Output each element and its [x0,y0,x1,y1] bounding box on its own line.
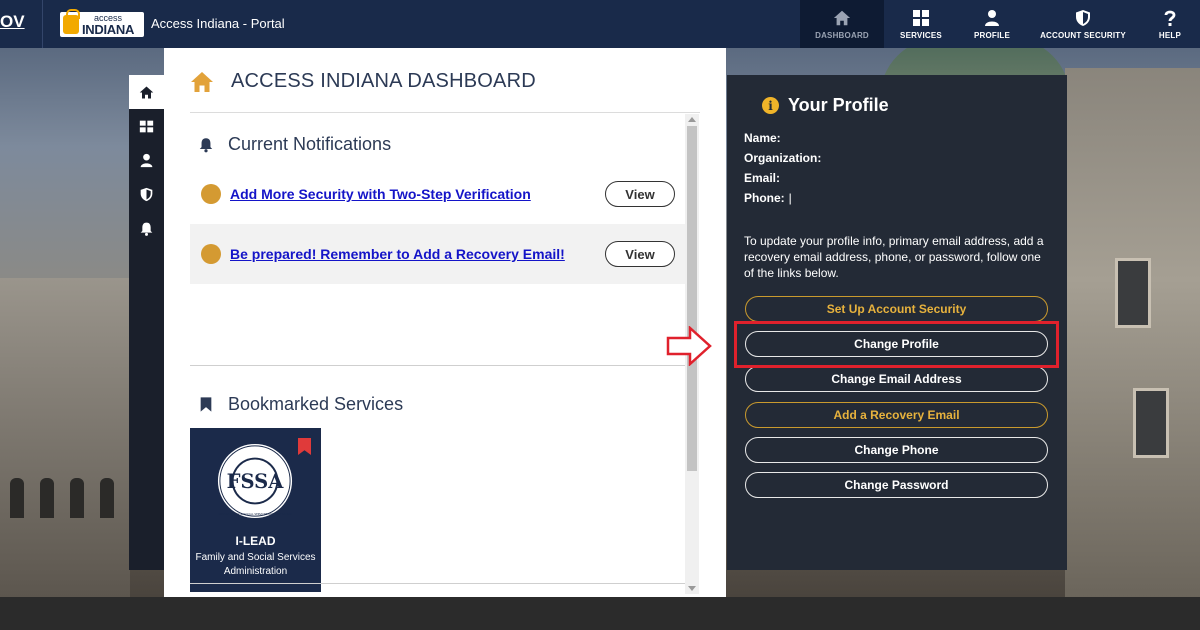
nav-help-label: HELP [1158,30,1182,40]
bookmarked-service-card[interactable]: FSSA INDIANA FAMILY & SOCIAL SERVICES AD… [190,428,321,592]
notification-link-two-step[interactable]: Add More Security with Two-Step Verifica… [230,186,605,202]
field-label: Email: [744,171,781,185]
profile-update-note: To update your profile info, primary ema… [744,234,1044,280]
profile-field-organization: Organization: [744,148,825,168]
profile-field-phone: Phone: | [744,188,825,208]
view-button-recovery-email[interactable]: View [605,241,675,267]
notification-link-recovery-email[interactable]: Be prepared! Remember to Add a Recovery … [230,246,605,262]
sidebar-home[interactable] [129,75,164,109]
building-left [0,278,130,597]
nav-account-security-label: ACCOUNT SECURITY [1040,30,1126,40]
home-icon [833,9,851,27]
sidebar-notifications[interactable] [129,211,164,245]
bell-icon [140,222,153,236]
profile-field-email: Email: [744,168,825,188]
add-recovery-email-button[interactable]: Add a Recovery Email [745,402,1048,428]
footer-bar [0,597,1200,630]
dashboard-panel: ACCESS INDIANA DASHBOARD Current Notific… [164,48,726,597]
section-divider [190,583,685,584]
notification-dot-icon [201,184,221,204]
access-indiana-logo[interactable]: access INDIANA [60,9,144,37]
bookmark-icon [200,397,212,412]
sidebar-security[interactable] [129,177,164,211]
notifications-heading-text: Current Notifications [228,134,392,154]
field-label: Phone: [744,191,785,205]
fssa-seal-icon: FSSA INDIANA FAMILY & SOCIAL SERVICES AD… [217,443,293,519]
scroll-up-icon[interactable] [688,117,696,122]
user-icon [983,9,1001,27]
dashboard-scroll-area[interactable]: Current Notifications Add More Security … [190,114,700,592]
title-divider [190,112,700,113]
building-right [1065,68,1200,597]
nav-dashboard[interactable]: DASHBOARD [800,0,884,48]
set-up-account-security-button[interactable]: Set Up Account Security [745,296,1048,322]
nav-profile[interactable]: PROFILE [958,0,1026,48]
nav-services-label: SERVICES [900,30,942,40]
shield-icon [140,187,153,201]
seal-letters: FSSA [227,470,285,493]
seal-ring-text: INDIANA FAMILY & SOCIAL SERVICES ADMINIS… [218,512,292,516]
nav-profile-label: PROFILE [973,30,1011,40]
user-icon [140,153,153,167]
view-button-two-step[interactable]: View [605,181,675,207]
nav-help[interactable]: HELP [1140,0,1200,48]
shield-icon [1074,9,1092,27]
grid-icon [139,120,154,132]
sidebar-services[interactable] [129,109,164,143]
home-icon [139,86,154,98]
nav-items: DASHBOARD SERVICES PROFILE ACCOUNT SECUR… [800,0,1200,48]
profile-heading-text: Your Profile [788,95,889,115]
change-profile-highlight [734,321,1059,368]
portal-title: Access Indiana - Portal [151,16,285,31]
change-phone-button[interactable]: Change Phone [745,437,1048,463]
bookmarks-heading: Bookmarked Services [198,394,403,415]
notification-dot-icon [201,244,221,264]
bookmarks-heading-text: Bookmarked Services [228,394,404,414]
scroll-thumb[interactable] [687,126,697,471]
profile-fields: Name: Organization: Email: Phone: | [744,128,825,208]
notifications-heading: Current Notifications [198,134,391,155]
dashboard-title-text: ACCESS INDIANA DASHBOARD [231,70,536,92]
nav-services[interactable]: SERVICES [884,0,958,48]
logo-big-text: INDIANA [82,21,135,37]
nav-dashboard-label: DASHBOARD [815,30,869,40]
pointer-arrow-icon [666,326,712,366]
section-divider [190,365,685,366]
bell-icon [199,138,213,153]
profile-field-name: Name: [744,128,825,148]
gov-link[interactable]: OV [0,12,25,32]
nav-divider [42,0,43,48]
field-label: Name: [744,131,781,145]
scroll-down-icon[interactable] [688,586,696,591]
dashboard-title: ACCESS INDIANA DASHBOARD [190,70,536,93]
top-nav: OV access INDIANA Access Indiana - Porta… [0,0,1200,48]
grid-icon [912,9,930,27]
change-email-address-button[interactable]: Change Email Address [745,366,1048,392]
field-value: | [788,191,792,205]
left-icon-sidebar [129,75,164,570]
bookmark-ribbon-icon[interactable] [298,438,311,455]
field-label: Organization: [744,151,822,165]
sidebar-profile[interactable] [129,143,164,177]
change-password-button[interactable]: Change Password [745,472,1048,498]
notification-item: Be prepared! Remember to Add a Recovery … [190,224,685,284]
info-icon: i [762,97,779,114]
service-name: I-LEAD [235,534,276,548]
notification-item: Add More Security with Two-Step Verifica… [190,164,685,224]
service-description: Family and Social Services Administratio… [195,552,316,577]
home-icon [191,71,213,92]
profile-heading: i Your Profile [753,95,889,116]
lock-icon [63,9,80,34]
question-icon [1161,9,1179,27]
nav-account-security[interactable]: ACCOUNT SECURITY [1026,0,1140,48]
